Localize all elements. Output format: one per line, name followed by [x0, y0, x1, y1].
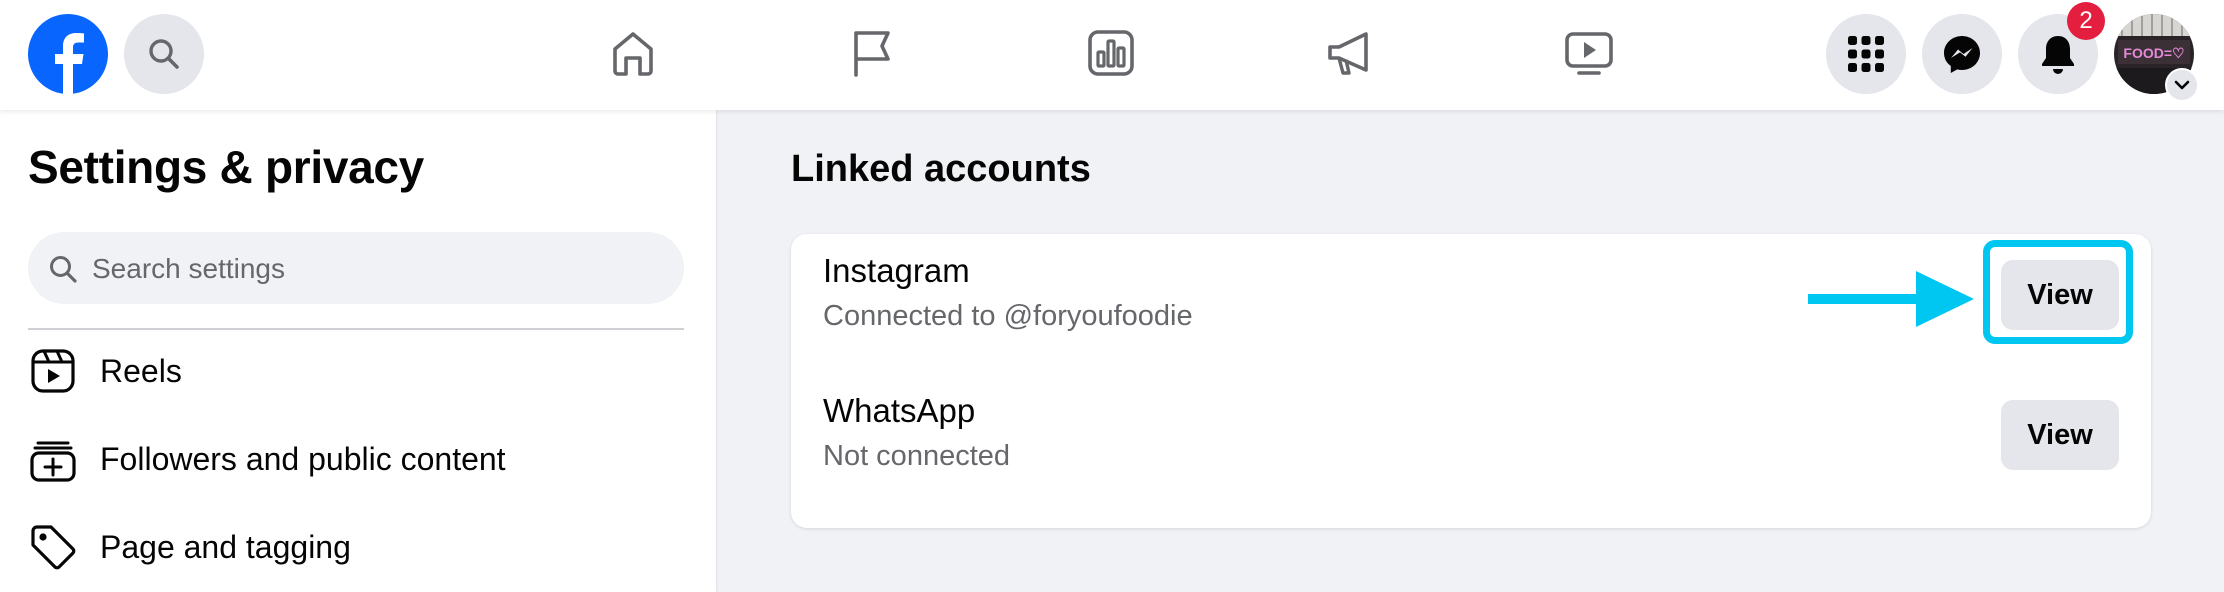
tag-icon: [31, 525, 76, 570]
search-icon: [50, 256, 77, 283]
search-input[interactable]: [90, 232, 674, 306]
section-title: Linked accounts: [791, 148, 1091, 190]
divider: [28, 328, 684, 330]
sidebar-item-page-and-tagging[interactable]: Page and tagging: [28, 512, 684, 582]
messenger-button[interactable]: [1922, 14, 2002, 94]
insights-icon[interactable]: [1083, 25, 1139, 81]
flag-icon[interactable]: [844, 25, 900, 81]
account-name: Instagram: [823, 252, 970, 289]
sidebar-item-label: Followers and public content: [100, 440, 506, 477]
sidebar-item-label: Page and tagging: [100, 528, 351, 565]
highlight-box: [1983, 240, 2133, 344]
megaphone-icon[interactable]: [1322, 25, 1378, 81]
search-button[interactable]: [124, 14, 204, 94]
followers-icon: [30, 441, 76, 482]
menu-grid-icon: [1848, 36, 1884, 72]
settings-sidebar: Settings & privacy Reels: [0, 110, 716, 592]
menu-grid-button[interactable]: [1826, 14, 1906, 94]
account-name: WhatsApp: [823, 392, 976, 429]
notification-count-badge: 2: [2067, 2, 2105, 40]
account-menu-button[interactable]: [2165, 68, 2199, 102]
facebook-logo-icon[interactable]: [28, 14, 108, 94]
notifications-icon: [2042, 36, 2074, 74]
account-status: Not connected: [823, 440, 1011, 472]
arrow-annotation: [1808, 271, 1974, 327]
sidebar-item-label: Reels: [100, 352, 182, 389]
view-whatsapp-button[interactable]: View: [2001, 400, 2119, 470]
top-navigation-bar: 2 FOOD=♡: [0, 0, 2224, 110]
account-status: Connected to @foryoufoodie: [823, 300, 1193, 332]
page-title: Settings & privacy: [28, 141, 424, 193]
search-icon: [149, 39, 179, 69]
settings-search[interactable]: [28, 232, 684, 306]
messenger-icon: [1944, 36, 1980, 73]
sidebar-item-reels[interactable]: Reels: [28, 336, 684, 406]
sidebar-item-followers[interactable]: Followers and public content: [28, 424, 684, 494]
chevron-down-icon: [2174, 80, 2190, 90]
home-icon[interactable]: [605, 25, 661, 81]
avatar-sign-text: FOOD=♡: [2123, 45, 2184, 61]
reels-icon: [31, 349, 75, 393]
video-icon[interactable]: [1561, 25, 1617, 81]
